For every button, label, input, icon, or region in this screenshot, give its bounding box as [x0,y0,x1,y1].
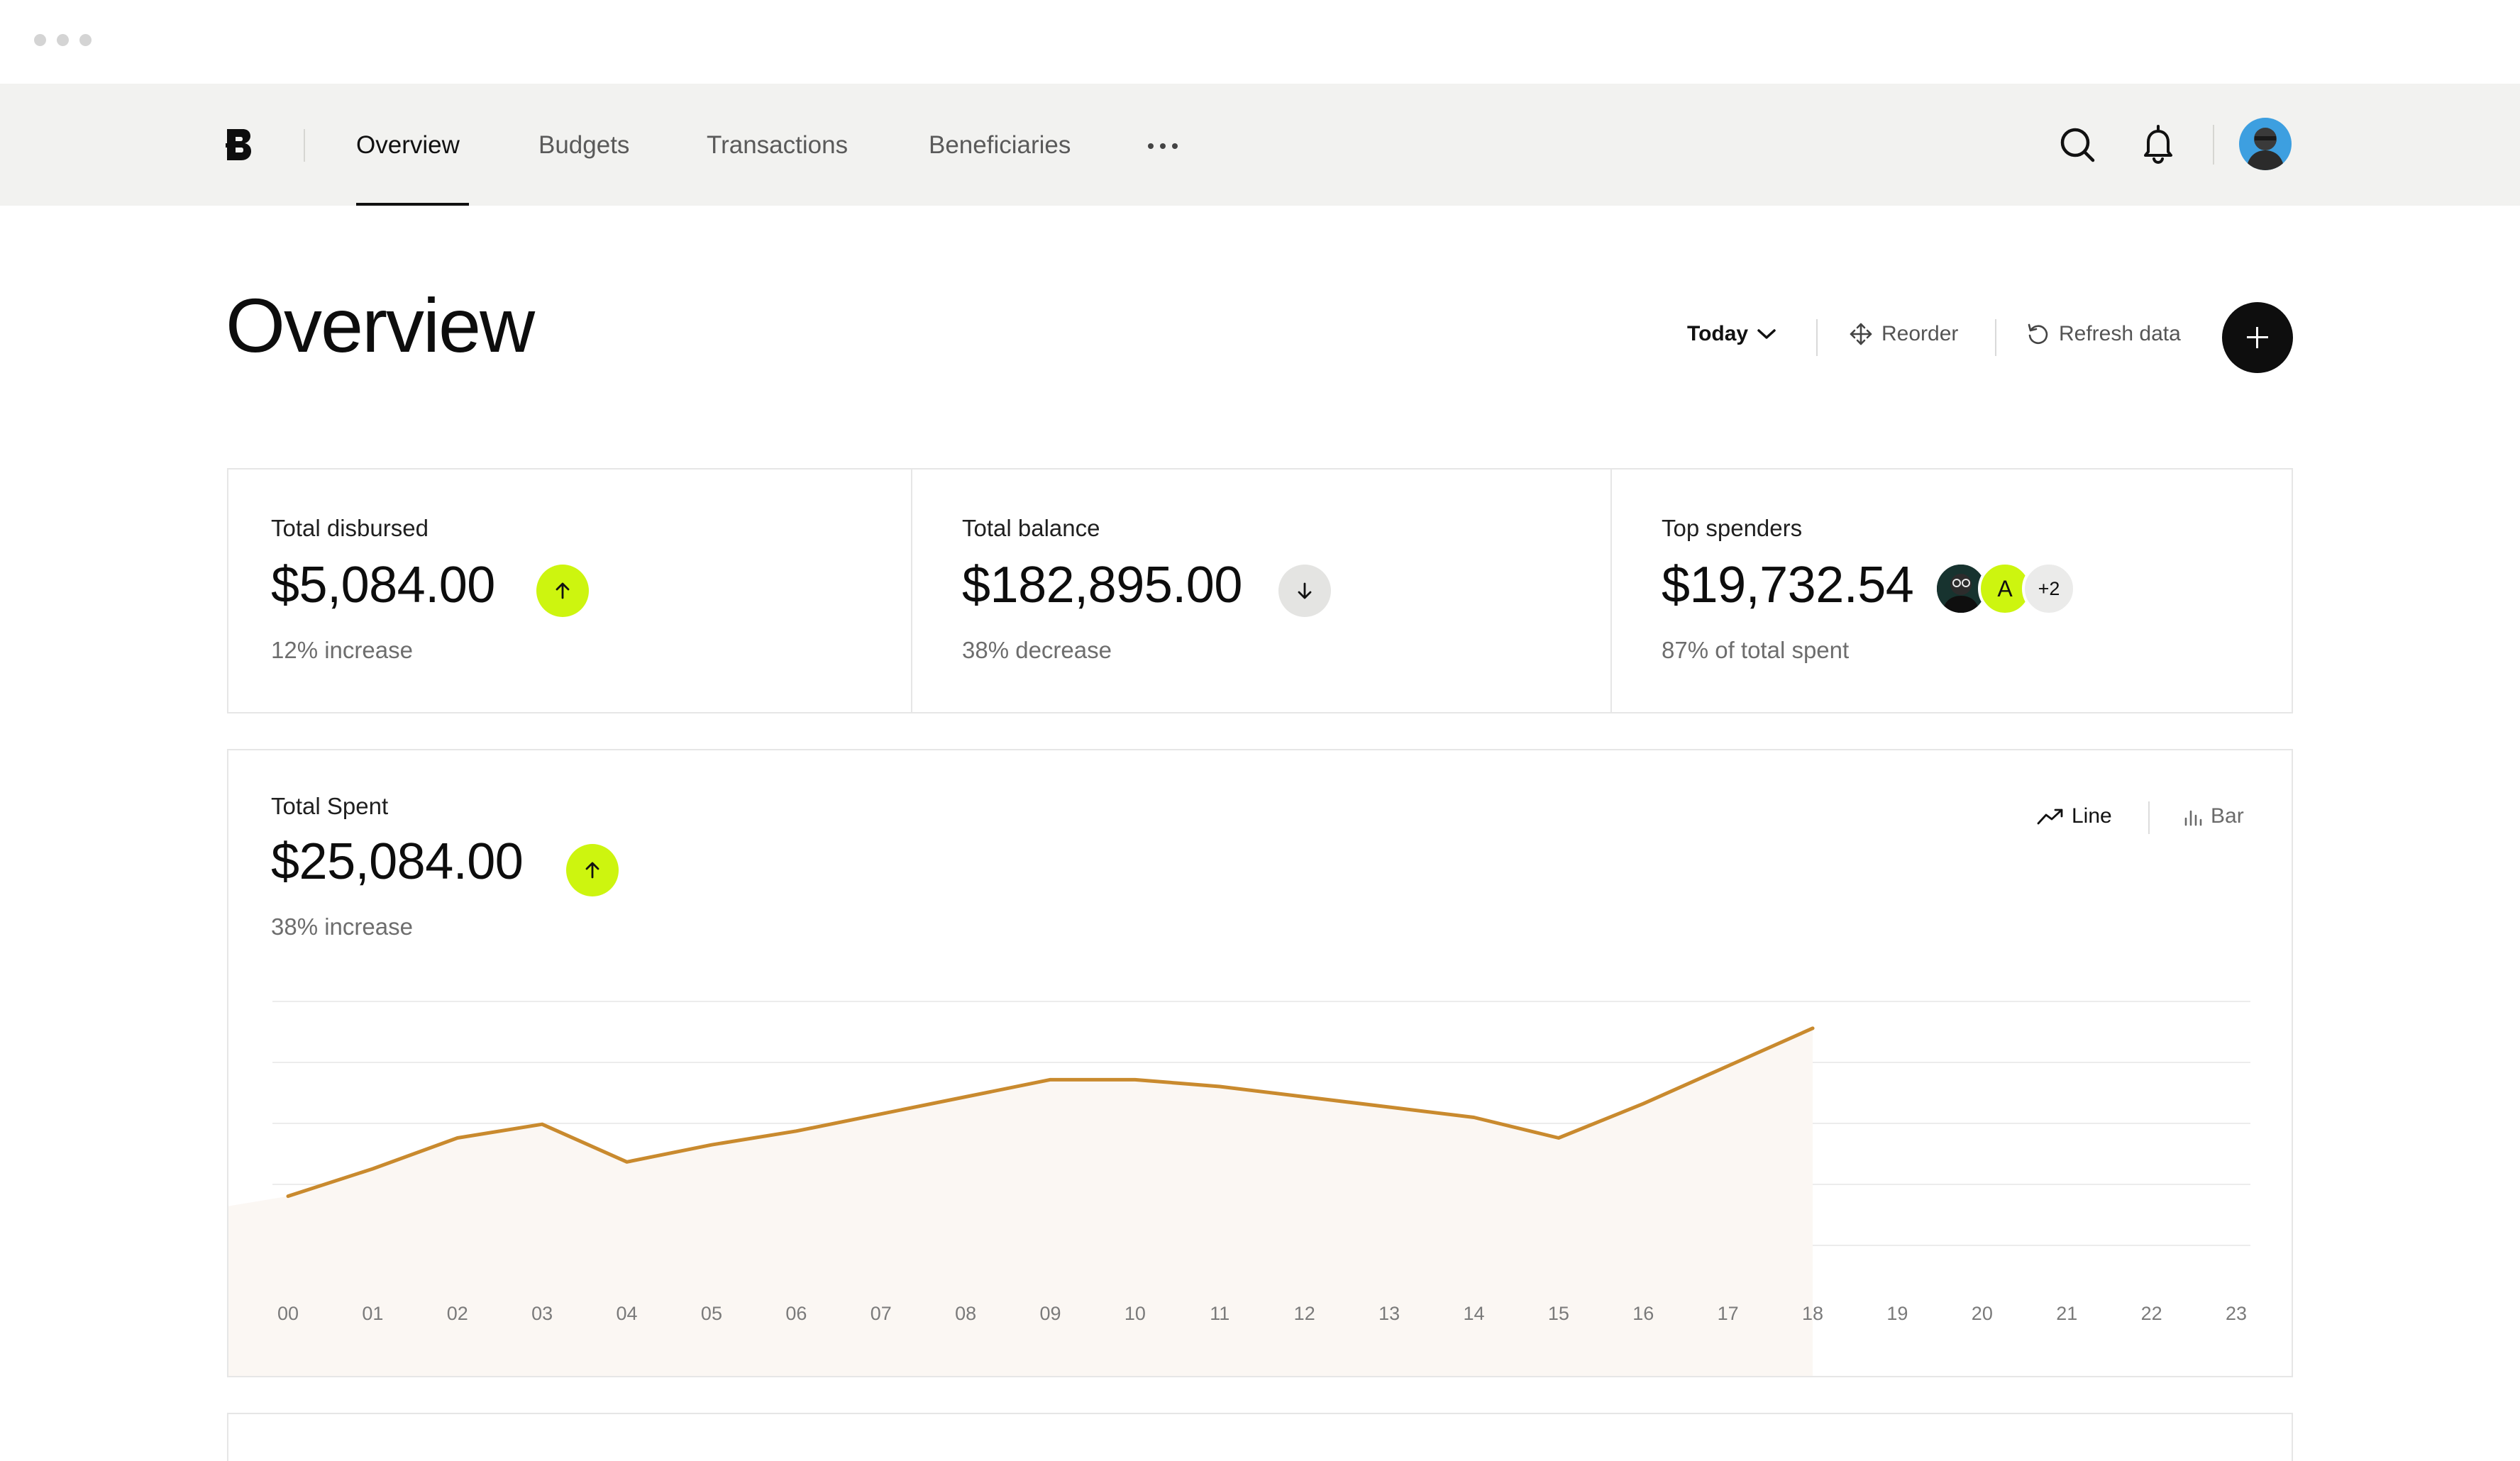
user-avatar[interactable] [2239,118,2292,170]
total-disbursed-value: $5,084.00 [271,557,495,613]
more-horizontal-icon[interactable] [1145,139,1181,153]
x-tick-label: 21 [2056,1303,2077,1324]
x-tick-label: 16 [1632,1303,1654,1324]
page-title: Overview [226,282,535,368]
x-tick-label: 09 [1039,1303,1061,1324]
header-divider [1816,319,1818,356]
bar-chart-icon [2184,810,2202,826]
trending-up-icon [2037,809,2063,825]
x-tick-label: 19 [1886,1303,1908,1324]
total-balance-value: $182,895.00 [962,557,1242,613]
move-icon [1850,323,1872,345]
window-close-dot[interactable] [34,34,46,46]
x-tick-label: 02 [447,1303,468,1324]
trend-down-badge [1278,565,1331,617]
x-tick-label: 10 [1124,1303,1146,1324]
total-disbursed-change: 12% increase [271,637,413,663]
nav-tab-transactions[interactable]: Transactions [707,128,848,162]
trend-up-badge [566,844,619,896]
brand-logo-icon[interactable] [226,128,253,162]
chart-area-fill [228,1028,1813,1376]
period-label: Today [1687,322,1749,345]
refresh-label: Refresh data [2059,322,2181,345]
toggle-divider [2148,801,2150,834]
header-divider [1995,319,1996,356]
x-tick-label: 01 [362,1303,383,1324]
x-tick-label: 08 [955,1303,976,1324]
total-spent-card: 00 01 02 03 04 05 06 07 08 09 10 11 12 13 14 15 16 17 18 19… [227,749,2293,1377]
x-tick-label: 15 [1548,1303,1569,1324]
top-navigation: Overview Budgets Transactions Beneficiar… [0,84,2520,206]
total-spent-label: Total Spent [271,793,389,819]
x-tick-label: 03 [531,1303,553,1324]
total-disbursed-label: Total disbursed [271,515,429,541]
line-view-label: Line [2072,804,2112,828]
x-tick-label: 07 [871,1303,892,1324]
window-minimize-dot[interactable] [57,34,69,46]
nav-tab-budgets[interactable]: Budgets [538,128,629,162]
nav-divider-right [2213,125,2214,165]
bell-icon[interactable] [2138,123,2178,165]
bar-view-toggle[interactable]: Bar [2182,804,2244,828]
total-spent-change: 38% increase [271,913,413,940]
window-chrome [0,0,2520,84]
arrow-up-icon [556,582,570,599]
x-tick-label: 20 [1972,1303,1993,1324]
stats-divider [1610,470,1612,712]
x-tick-label: 04 [617,1303,638,1324]
x-tick-label: 11 [1210,1303,1229,1324]
x-tick-label: 13 [1378,1303,1400,1324]
stats-card: Total disbursed $5,084.00 12% increase T… [227,468,2293,713]
top-spenders-share: 87% of total spent [1662,637,1850,663]
add-button[interactable] [2222,302,2293,373]
x-tick-label: 18 [1802,1303,1823,1324]
x-tick-label: 00 [277,1303,299,1324]
search-icon[interactable] [2057,125,2097,165]
top-spenders-value: $19,732.54 [1662,557,1914,613]
next-card [227,1413,2293,1461]
refresh-icon [2028,323,2048,345]
x-tick-label: 22 [2141,1303,2162,1324]
nav-divider [304,129,305,162]
arrow-down-icon [1298,582,1312,599]
stats-divider [911,470,912,712]
nav-tab-overview[interactable]: Overview [356,128,460,162]
active-tab-indicator [356,203,469,206]
total-balance-label: Total balance [962,515,1100,541]
period-dropdown[interactable]: Today [1687,322,1776,346]
more-spenders-count[interactable]: +2 [2022,562,2076,616]
total-spent-chart: 00 01 02 03 04 05 06 07 08 09 10 11 12 13 14 15 16 17 18 19… [228,1001,2250,1376]
trend-up-badge [536,565,589,617]
total-balance-change: 38% decrease [962,637,1112,663]
reorder-label: Reorder [1881,322,1959,345]
reorder-button[interactable]: Reorder [1849,322,1958,346]
nav-tab-beneficiaries[interactable]: Beneficiaries [929,128,1071,162]
x-tick-label: 05 [701,1303,722,1324]
line-view-toggle[interactable]: Line [2036,804,2112,828]
x-tick-label: 12 [1294,1303,1315,1324]
arrow-up-icon [585,862,599,879]
x-tick-label: 23 [2226,1303,2247,1324]
x-tick-label: 14 [1463,1303,1484,1324]
window-maximize-dot[interactable] [79,34,92,46]
x-tick-label: 06 [785,1303,807,1324]
total-spent-value: $25,084.00 [271,833,524,890]
bar-view-label: Bar [2211,804,2244,828]
top-spenders-label: Top spenders [1662,515,1803,541]
chevron-down-icon [1757,329,1776,339]
x-tick-label: 17 [1718,1303,1739,1324]
refresh-data-button[interactable]: Refresh data [2026,322,2181,346]
